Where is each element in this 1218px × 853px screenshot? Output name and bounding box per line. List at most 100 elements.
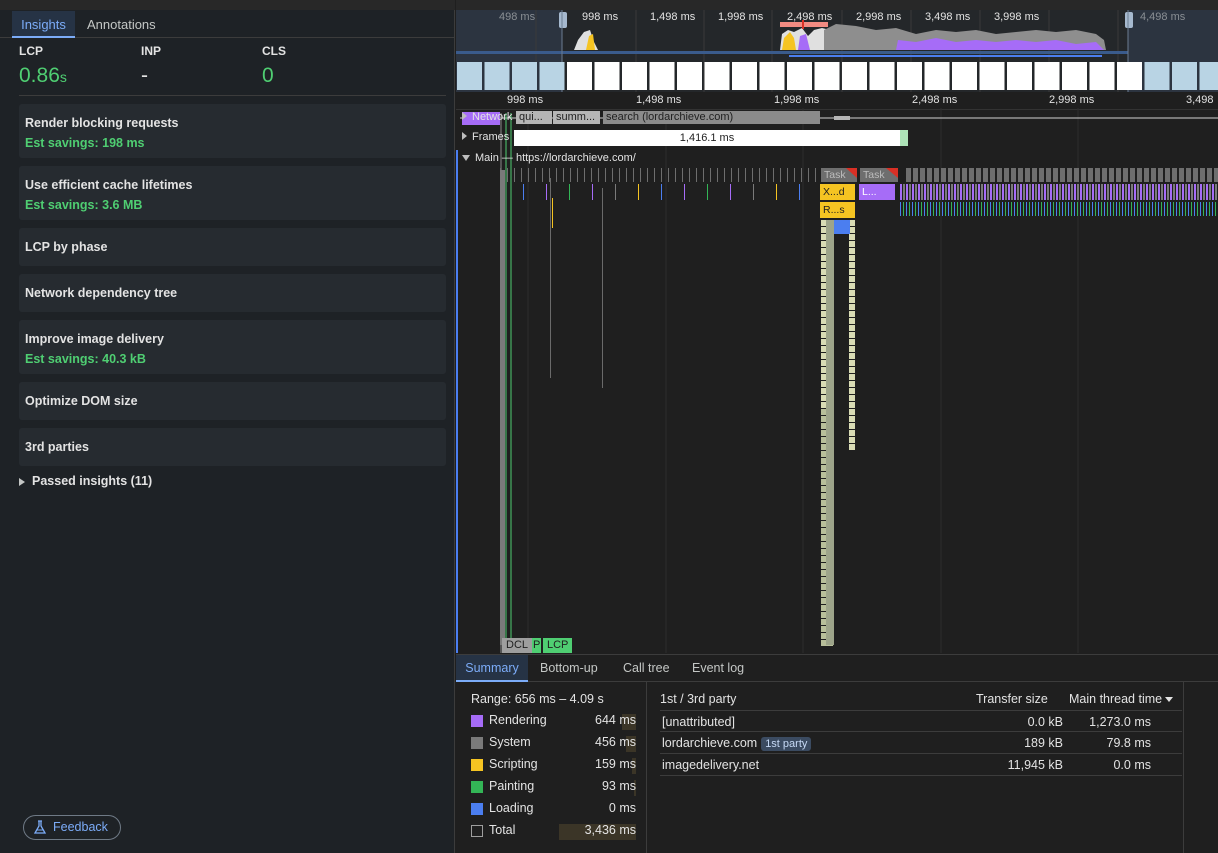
flame-event-label[interactable]: R...s	[820, 203, 855, 217]
column-header-main-thread-time[interactable]: Main thread time	[1069, 692, 1174, 706]
flame-event	[1107, 184, 1109, 200]
category-name: Rendering	[489, 713, 547, 727]
tab-summary[interactable]: Summary	[456, 655, 528, 682]
insight-render-blocking[interactable]: Render blocking requests Est savings: 19…	[19, 104, 446, 158]
insight-network-dependency-tree[interactable]: Network dependency tree	[19, 274, 446, 312]
task-block	[934, 168, 939, 182]
flame-event	[1113, 184, 1115, 200]
transfer-size: 189 kB	[1024, 736, 1063, 750]
column-header-party[interactable]: 1st / 3rd party	[660, 692, 736, 706]
flame-event	[1197, 184, 1199, 200]
passed-insights-toggle[interactable]: Passed insights (11)	[19, 474, 152, 488]
timeline-overview[interactable]: 498 ms 998 ms 1,498 ms 1,998 ms 2,498 ms…	[456, 0, 1218, 92]
table-row[interactable]: imagedelivery.net 11,945 kB 0.0 ms	[660, 754, 1182, 776]
lcp-label: LCP	[19, 44, 43, 58]
flame-event	[1161, 202, 1162, 216]
insight-dom-size[interactable]: Optimize DOM size	[19, 382, 446, 420]
flame-event	[1110, 202, 1111, 216]
flame-event	[1014, 202, 1015, 216]
frames-track-label[interactable]: Frames	[462, 131, 509, 143]
column-header-transfer-size[interactable]: Transfer size	[976, 692, 1048, 706]
main-track[interactable]: Main — https://lordarchieve.com/	[456, 150, 1218, 169]
flame-event	[1170, 202, 1171, 216]
main-track-label[interactable]: Main — https://lordarchieve.com/	[462, 152, 636, 164]
network-request-bar[interactable]: search (lordarchieve.com)	[603, 111, 820, 124]
flame-event	[1038, 202, 1039, 216]
task-block	[1130, 168, 1135, 182]
tab-bottom-up[interactable]: Bottom-up	[540, 655, 598, 682]
flame-event	[849, 276, 855, 282]
fcp-marker[interactable]: P	[532, 638, 542, 653]
insight-3rd-parties[interactable]: 3rd parties	[19, 428, 446, 466]
network-track-label[interactable]: Network	[462, 111, 512, 123]
flame-event	[921, 202, 922, 216]
flame-event	[1074, 202, 1075, 216]
frame-duration[interactable]: 1,416.1 ms	[514, 130, 900, 146]
task-block	[668, 168, 669, 182]
category-value: 159 ms	[595, 757, 636, 771]
tab-call-tree[interactable]: Call tree	[623, 655, 670, 682]
task-label[interactable]: Task	[821, 168, 857, 182]
insight-title: Optimize DOM size	[25, 394, 138, 408]
category-swatch	[471, 759, 483, 771]
screenshot-thumbnail	[924, 62, 950, 90]
flame-event	[1002, 202, 1003, 216]
flame-event	[849, 269, 855, 275]
network-request-bar[interactable]: summ...	[553, 111, 600, 124]
task-block	[710, 168, 711, 182]
flame-event	[1158, 184, 1160, 200]
party-name: [unattributed]	[662, 715, 735, 729]
tab-annotations[interactable]: Annotations	[87, 11, 156, 38]
lcp-marker[interactable]: LCP	[543, 638, 573, 653]
network-request-bar[interactable]: qui...	[516, 111, 552, 124]
task-block	[654, 168, 655, 182]
flame-event	[1017, 202, 1018, 216]
insight-image-delivery[interactable]: Improve image delivery Est savings: 40.3…	[19, 320, 446, 374]
flame-event	[849, 297, 855, 303]
screenshot-thumbnail	[1089, 62, 1115, 90]
flame-event	[1035, 184, 1037, 200]
table-row[interactable]: [unattributed] 0.0 kB 1,273.0 ms	[660, 710, 1182, 732]
category-swatch	[471, 715, 483, 727]
task-block	[549, 168, 550, 182]
ruler-tick: 2,498 ms	[912, 94, 958, 106]
flame-event	[1173, 184, 1175, 200]
flame-event	[1104, 202, 1105, 216]
tab-insights[interactable]: Insights	[12, 11, 75, 38]
screenshot-thumbnail	[649, 62, 675, 90]
screenshot-thumbnail	[787, 62, 812, 90]
flame-event	[849, 430, 855, 436]
flame-event-label[interactable]: X...d	[820, 185, 855, 199]
insight-cache-lifetimes[interactable]: Use efficient cache lifetimes Est saving…	[19, 166, 446, 220]
insight-lcp-by-phase[interactable]: LCP by phase	[19, 228, 446, 266]
feedback-button[interactable]: Feedback	[23, 815, 121, 840]
flame-event	[849, 388, 855, 394]
task-block	[542, 168, 543, 182]
flame-event	[903, 184, 905, 200]
task-block	[1067, 168, 1072, 182]
task-label[interactable]: Task	[860, 168, 898, 182]
screenshot-thumbnail	[1007, 62, 1032, 90]
flame-event	[999, 202, 1000, 216]
flame-event	[1026, 184, 1028, 200]
flame-event	[1191, 202, 1192, 216]
passed-insights-label: Passed insights (11)	[32, 474, 153, 488]
timeline-panel[interactable]: 498 ms 998 ms 1,498 ms 1,998 ms 2,498 ms…	[456, 0, 1218, 653]
flame-event	[1122, 184, 1124, 200]
scrollbar[interactable]	[1183, 682, 1193, 853]
task-block	[752, 168, 753, 182]
flame-event	[918, 184, 920, 200]
dcl-marker[interactable]: DCL	[502, 638, 533, 653]
flame-event	[1149, 184, 1151, 200]
flame-event-label[interactable]: L...	[859, 185, 895, 199]
tab-event-log[interactable]: Event log	[692, 655, 744, 682]
overview-tick: 2,998 ms	[856, 11, 902, 23]
task-block	[626, 168, 627, 182]
task-block	[815, 168, 816, 182]
flame-event	[1029, 184, 1031, 200]
task-block	[598, 168, 599, 182]
flame-event	[1026, 202, 1027, 216]
task-block	[983, 168, 988, 182]
flame-event	[945, 184, 947, 200]
table-row[interactable]: lordarchieve.com 1st party 189 kB 79.8 ms	[660, 732, 1182, 754]
